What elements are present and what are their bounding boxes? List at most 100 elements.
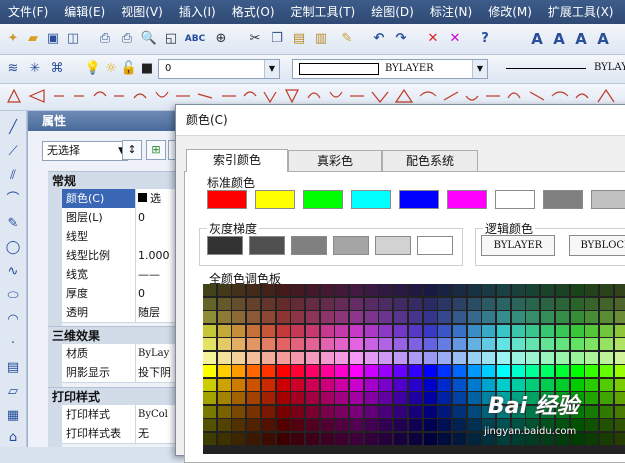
layer-previous-icon[interactable]: ⌘ [48, 60, 66, 78]
palette-color-cell[interactable] [306, 433, 319, 445]
palette-color-cell[interactable] [424, 352, 437, 364]
palette-color-cell[interactable] [306, 379, 319, 391]
palette-color-cell[interactable] [615, 365, 625, 377]
palette-color-cell[interactable] [262, 325, 275, 337]
menu-item[interactable]: 标注(N) [422, 0, 480, 24]
palette-color-cell[interactable] [203, 406, 216, 418]
palette-color-cell[interactable] [365, 284, 378, 296]
palette-color-cell[interactable] [409, 392, 422, 404]
palette-color-cell[interactable] [394, 298, 407, 310]
print-preview-icon[interactable]: 🔍 [140, 30, 158, 48]
palette-color-cell[interactable] [306, 419, 319, 431]
palette-color-cell[interactable] [468, 365, 481, 377]
circle-tool-icon[interactable]: ◯ [4, 239, 22, 257]
palette-color-cell[interactable] [247, 298, 260, 310]
palette-color-cell[interactable] [232, 298, 245, 310]
section-general[interactable]: 常规 [48, 171, 178, 189]
palette-color-cell[interactable] [350, 298, 363, 310]
palette-color-cell[interactable] [247, 325, 260, 337]
palette-color-cell[interactable] [335, 365, 348, 377]
palette-color-cell[interactable] [306, 406, 319, 418]
palette-color-cell[interactable] [468, 433, 481, 445]
prop-row-transparency[interactable]: 透明 随层 [62, 303, 178, 323]
palette-color-cell[interactable] [247, 379, 260, 391]
prop-row-plot-style[interactable]: 打印样式 ByCol [62, 405, 178, 425]
palette-color-cell[interactable] [541, 352, 554, 364]
palette-color-cell[interactable] [306, 311, 319, 323]
palette-color-cell[interactable] [379, 433, 392, 445]
palette-color-cell[interactable] [277, 433, 290, 445]
palette-color-cell[interactable] [203, 433, 216, 445]
ellipse-tool-icon[interactable]: ⬭ [4, 287, 22, 305]
palette-color-cell[interactable] [218, 338, 231, 350]
palette-color-cell[interactable] [379, 379, 392, 391]
palette-color-cell[interactable] [438, 352, 451, 364]
delete-icon[interactable]: ✕ [424, 30, 442, 48]
palette-color-cell[interactable] [379, 419, 392, 431]
menu-item[interactable]: 修改(M) [480, 0, 540, 24]
standard-color-swatch[interactable] [591, 190, 625, 209]
palette-color-cell[interactable] [394, 325, 407, 337]
tab-index-color[interactable]: 索引颜色 [186, 149, 288, 172]
palette-color-cell[interactable] [262, 298, 275, 310]
palette-color-cell[interactable] [556, 352, 569, 364]
menu-item[interactable]: 视图(V) [113, 0, 171, 24]
palette-color-cell[interactable] [218, 284, 231, 296]
palette-color-cell[interactable] [277, 419, 290, 431]
palette-color-cell[interactable] [277, 379, 290, 391]
selection-dropdown[interactable]: 无选择 ▼ [42, 141, 128, 161]
palette-color-cell[interactable] [482, 298, 495, 310]
palette-color-cell[interactable] [438, 325, 451, 337]
palette-color-cell[interactable] [394, 406, 407, 418]
save-as-icon[interactable]: ◫ [64, 30, 82, 48]
palette-color-cell[interactable] [585, 352, 598, 364]
palette-color-cell[interactable] [203, 419, 216, 431]
palette-color-cell[interactable] [335, 352, 348, 364]
arc-tool-icon[interactable]: ⌒ [4, 191, 22, 209]
palette-color-cell[interactable] [306, 284, 319, 296]
palette-color-cell[interactable] [424, 311, 437, 323]
palette-color-cell[interactable] [365, 365, 378, 377]
palette-color-cell[interactable] [424, 298, 437, 310]
menu-item[interactable]: 文件(F) [0, 0, 56, 24]
palette-color-cell[interactable] [571, 325, 584, 337]
ellipse-arc-tool-icon[interactable]: ◠ [4, 311, 22, 329]
palette-color-cell[interactable] [585, 284, 598, 296]
palette-color-cell[interactable] [350, 365, 363, 377]
palette-color-cell[interactable] [497, 338, 510, 350]
palette-color-cell[interactable] [424, 406, 437, 418]
palette-color-cell[interactable] [203, 311, 216, 323]
palette-color-cell[interactable] [526, 365, 539, 377]
line-tool-icon[interactable]: ╱ [4, 119, 22, 137]
palette-color-cell[interactable] [203, 365, 216, 377]
new-file-icon[interactable]: ✦ [4, 30, 22, 48]
palette-color-cell[interactable] [541, 338, 554, 350]
palette-color-cell[interactable] [453, 406, 466, 418]
palette-color-cell[interactable] [468, 392, 481, 404]
section-3d-effects[interactable]: 三维效果 [48, 326, 178, 344]
palette-color-cell[interactable] [468, 338, 481, 350]
palette-color-cell[interactable] [218, 365, 231, 377]
palette-color-cell[interactable] [482, 325, 495, 337]
palette-color-cell[interactable] [409, 433, 422, 445]
palette-color-cell[interactable] [203, 338, 216, 350]
palette-color-cell[interactable] [365, 419, 378, 431]
palette-color-cell[interactable] [365, 338, 378, 350]
palette-color-cell[interactable] [541, 365, 554, 377]
gray-color-swatch[interactable] [207, 236, 243, 255]
text-scale-icon[interactable]: A [572, 30, 590, 48]
palette-color-cell[interactable] [512, 338, 525, 350]
palette-color-cell[interactable] [571, 352, 584, 364]
layer-state-icon[interactable]: ✳ [26, 60, 44, 78]
palette-color-cell[interactable] [232, 311, 245, 323]
palette-color-cell[interactable] [291, 433, 304, 445]
palette-color-cell[interactable] [409, 365, 422, 377]
palette-color-cell[interactable] [203, 352, 216, 364]
palette-color-cell[interactable] [321, 338, 334, 350]
palette-color-cell[interactable] [218, 379, 231, 391]
palette-color-cell[interactable] [512, 298, 525, 310]
palette-color-cell[interactable] [438, 311, 451, 323]
palette-color-cell[interactable] [526, 311, 539, 323]
text-style-icon[interactable]: A [528, 30, 546, 48]
layer-manager-icon[interactable]: ≋ [4, 60, 22, 78]
